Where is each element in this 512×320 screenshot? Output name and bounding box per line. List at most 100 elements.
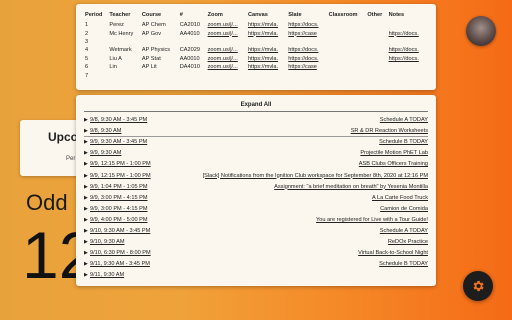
schedule-header-cell: Other (367, 12, 383, 18)
event-time[interactable]: 9/11, 9:30 AM - 3:45 PM (90, 260, 150, 268)
event-time[interactable]: 9/10, 9:30 AM (90, 238, 125, 246)
event-time[interactable]: 9/9, 12:15 PM - 1:00 PM (90, 172, 151, 180)
event-title[interactable]: Projectile Motion PhET Lab (360, 149, 428, 157)
event-time[interactable]: 9/9, 3:00 PM - 4:15 PM (90, 194, 148, 202)
schedule-cell (207, 71, 247, 79)
event-item[interactable]: ▶ 9/9, 3:00 PM - 4:15 PM Camion de Comida (84, 205, 428, 213)
event-title[interactable]: ASB Clubs Officers Training (359, 160, 428, 168)
event-item[interactable]: ▶ 9/10, 9:30 AM - 3:45 PM Schedule A TODAY (84, 227, 428, 235)
event-title[interactable]: SR & DR Reaction Worksheets (351, 127, 428, 135)
event-item[interactable]: ▶ 9/9, 12:15 PM - 1:00 PM ASB Clubs Office… (84, 160, 428, 168)
schedule-link[interactable]: https://docs. (388, 55, 428, 63)
expand-all-button[interactable]: Expand All (76, 102, 436, 108)
schedule-cell (328, 38, 367, 46)
event-item[interactable]: ▶ 9/9, 9:30 AM - 3:45 PM Schedule B TODAY (84, 138, 428, 146)
event-item[interactable]: ▶ 9/11, 9:30 AM (84, 271, 428, 279)
schedule-cell: 2 (85, 30, 89, 37)
expand-triangle-icon[interactable]: ▶ (84, 249, 88, 257)
event-time[interactable]: 9/8, 9:30 AM (90, 127, 121, 135)
schedule-link[interactable]: zoom.us/j/... (207, 46, 247, 54)
schedule-cell (366, 38, 387, 46)
event-title[interactable]: Schedule A TODAY (380, 116, 428, 124)
schedule-link[interactable]: zoom.us/j/... (207, 29, 247, 37)
schedule-cell: Lin (109, 64, 117, 71)
event-title[interactable]: A La Carte Food Truck (372, 194, 428, 202)
schedule-cell (366, 29, 387, 37)
expand-triangle-icon[interactable]: ▶ (84, 271, 88, 279)
schedule-link[interactable]: https://mvla. (247, 63, 287, 71)
schedule-link[interactable]: https://docs. (388, 29, 428, 37)
schedule-row: 1 Perez AP Chem CA2010 zoom.us/j/... https://… (84, 21, 428, 29)
event-item[interactable]: ▶ 9/9, 9:30 AM Projectile Motion PhET Lab (84, 149, 428, 157)
schedule-header-cell: Canvas (247, 12, 268, 18)
schedule-link[interactable]: zoom.us/j/... (207, 21, 247, 29)
schedule-link[interactable]: https://case (287, 63, 327, 71)
expand-triangle-icon[interactable]: ▶ (84, 205, 88, 213)
schedule-header-cell: Slate (288, 12, 302, 18)
schedule-link[interactable]: https://docs. (287, 55, 327, 63)
expand-triangle-icon[interactable]: ▶ (84, 238, 88, 246)
schedule-link[interactable]: https://mvla. (247, 55, 287, 63)
expand-triangle-icon[interactable]: ▶ (84, 227, 88, 235)
expand-triangle-icon[interactable]: ▶ (84, 172, 88, 180)
schedule-cell: Perez (109, 22, 124, 29)
event-title[interactable]: Schedule B TODAY (379, 260, 428, 268)
event-title[interactable]: You are registered for Live with a Tour … (316, 216, 428, 224)
schedule-link[interactable]: https://docs. (287, 46, 327, 54)
expand-triangle-icon[interactable]: ▶ (84, 127, 88, 135)
settings-button[interactable] (463, 271, 493, 301)
events-divider (84, 111, 428, 112)
event-item[interactable]: ▶ 9/9, 1:04 PM - 1:05 PM Assignment: "a br… (84, 183, 428, 191)
event-item[interactable]: ▶ 9/9, 12:15 PM - 1:00 PM [Slack] Notifica… (84, 172, 428, 180)
event-time[interactable]: 9/11, 9:30 AM (90, 271, 124, 279)
schedule-row: 7 (84, 71, 428, 79)
event-title[interactable]: Camion de Comida (380, 205, 428, 213)
event-item[interactable]: ▶ 9/8, 9:30 AM - 3:45 PM Schedule A TODAY (84, 116, 428, 124)
schedule-link[interactable]: zoom.us/j/... (207, 55, 247, 63)
schedule-link[interactable]: https://mvla. (247, 21, 287, 29)
schedule-cell: AA0010 (179, 55, 200, 62)
user-avatar[interactable] (466, 16, 496, 46)
schedule-link[interactable]: https://mvla. (247, 46, 287, 54)
schedule-cell (388, 63, 428, 71)
event-item[interactable]: ▶ 9/11, 9:30 AM - 3:45 PM Schedule B TODAY (84, 260, 428, 268)
schedule-cell (366, 55, 387, 63)
event-item[interactable]: ▶ 9/10, 9:30 AM ReDOx Practice (84, 238, 428, 246)
event-title[interactable]: [Slack] Notifications from the Ignition … (203, 172, 428, 180)
event-time[interactable]: 9/9, 1:04 PM - 1:05 PM (90, 183, 148, 191)
event-time[interactable]: 9/8, 9:30 AM - 3:45 PM (90, 116, 147, 124)
expand-triangle-icon[interactable]: ▶ (84, 183, 88, 191)
event-time[interactable]: 9/10, 6:30 PM - 8:00 PM (90, 249, 151, 257)
expand-triangle-icon[interactable]: ▶ (84, 138, 88, 146)
event-item[interactable]: ▶ 9/8, 9:30 AM SR & DR Reaction Worksheets (84, 127, 428, 137)
expand-triangle-icon[interactable]: ▶ (84, 216, 88, 224)
event-time[interactable]: 9/9, 9:30 AM (90, 149, 121, 157)
event-title[interactable]: Virtual Back-to-School Night (358, 249, 428, 257)
schedule-link[interactable]: https://docs. (287, 21, 327, 29)
event-time[interactable]: 9/9, 9:30 AM - 3:45 PM (90, 138, 147, 146)
schedule-cell: 1 (85, 22, 89, 29)
schedule-link[interactable]: zoom.us/j/... (207, 63, 247, 71)
expand-triangle-icon[interactable]: ▶ (84, 160, 88, 168)
event-item[interactable]: ▶ 9/9, 4:00 PM - 5:00 PM You are registere… (84, 216, 428, 224)
event-item[interactable]: ▶ 9/10, 6:30 PM - 8:00 PM Virtual Back-to-… (84, 249, 428, 257)
schedule-link[interactable]: https://case (287, 29, 327, 37)
event-time[interactable]: 9/9, 3:00 PM - 4:15 PM (90, 205, 148, 213)
expand-triangle-icon[interactable]: ▶ (84, 149, 88, 157)
event-title[interactable]: Schedule A TODAY (380, 227, 428, 235)
schedule-header-cell: Classroom (328, 12, 358, 18)
expand-triangle-icon[interactable]: ▶ (84, 116, 88, 124)
expand-triangle-icon[interactable]: ▶ (84, 194, 88, 202)
event-time[interactable]: 9/9, 12:15 PM - 1:00 PM (90, 160, 151, 168)
event-title[interactable]: Schedule B TODAY (379, 138, 428, 146)
expand-triangle-icon[interactable]: ▶ (84, 260, 88, 268)
event-time[interactable]: 9/10, 9:30 AM - 3:45 PM (90, 227, 150, 235)
event-time[interactable]: 9/9, 4:00 PM - 5:00 PM (90, 216, 148, 224)
schedule-link[interactable]: https://mvla. (247, 29, 287, 37)
schedule-cell (328, 21, 367, 29)
schedule-header-cell: Teacher (109, 12, 131, 18)
event-title[interactable]: Assignment: "a brief meditation on breat… (274, 183, 428, 191)
schedule-link[interactable]: https://docs. (388, 46, 428, 54)
event-title[interactable]: ReDOx Practice (388, 238, 428, 246)
event-item[interactable]: ▶ 9/9, 3:00 PM - 4:15 PM A La Carte Food T… (84, 194, 428, 202)
